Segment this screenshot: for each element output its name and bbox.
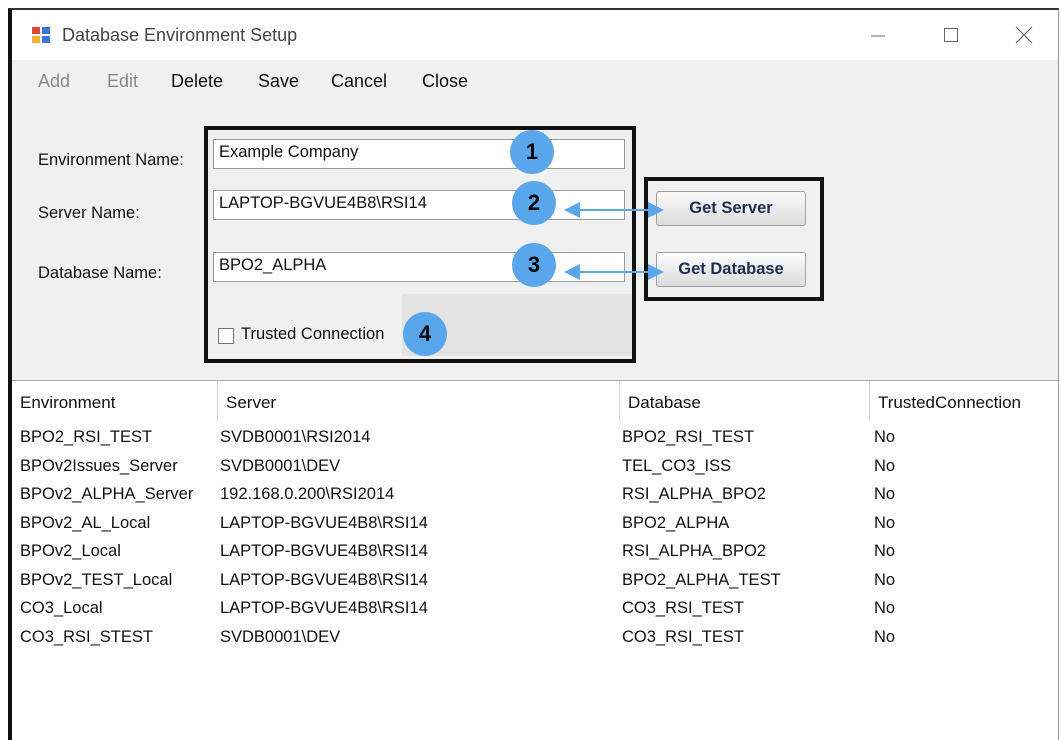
table-cell-environment: BPOv2_Local <box>20 542 121 560</box>
table-cell-database: RSI_ALPHA_BPO2 <box>622 542 766 560</box>
table-cell-trustedconnection: No <box>874 513 896 532</box>
callout-4: 4 <box>403 312 447 356</box>
table-row[interactable]: BPOv2_Local LAPTOP-BGVUE4B8\RSI14 RSI_ALPH… <box>12 542 1058 570</box>
table-row[interactable]: BPO2_RSI_TEST SVDB0001\RSI2014 BPO2_RSI_TE… <box>12 428 1058 456</box>
environment-name-label: Environment Name: <box>38 151 184 169</box>
table-cell-database: BPO2_ALPHA <box>622 513 730 532</box>
menu-save[interactable]: Save <box>258 71 299 92</box>
column-header-server[interactable]: Server <box>218 381 620 421</box>
table-cell-server: SVDB0001\DEV <box>220 627 341 646</box>
window-title: Database Environment Setup <box>62 25 298 45</box>
menu-close[interactable]: Close <box>422 71 468 92</box>
minimize-icon <box>871 35 885 37</box>
table-cell-trustedconnection: No <box>874 542 896 560</box>
table-cell-trustedconnection: No <box>874 428 896 446</box>
table-cell-server: LAPTOP-BGVUE4B8\RSI14 <box>220 542 428 560</box>
get-server-button[interactable]: Get Server <box>656 191 806 226</box>
table-cell-environment: BPOv2_TEST_Local <box>20 570 173 589</box>
table-cell-database: CO3_RSI_TEST <box>622 599 744 617</box>
table-cell-trustedconnection: No <box>874 570 896 589</box>
table-cell-server: SVDB0001\DEV <box>220 456 341 475</box>
callout-3: 3 <box>512 243 556 287</box>
table-cell-environment: CO3_Local <box>20 599 103 617</box>
column-header-environment[interactable]: Environment <box>12 381 218 421</box>
environments-grid: Environment Server Database TrustedConne… <box>12 380 1058 740</box>
server-name-label: Server Name: <box>38 204 140 222</box>
table-row[interactable]: CO3_Local LAPTOP-BGVUE4B8\RSI14 CO3_RSI_TE… <box>12 599 1058 627</box>
table-row[interactable]: CO3_RSI_STEST SVDB0001\DEV CO3_RSI_TEST No <box>12 628 1058 656</box>
menu-bar: Add Edit Delete Save Cancel Close <box>12 60 1058 106</box>
table-cell-environment: CO3_RSI_STEST <box>20 627 153 646</box>
table-cell-trustedconnection: No <box>874 599 896 617</box>
table-cell-trustedconnection: No <box>874 456 896 475</box>
table-row[interactable]: BPOv2_AL_Local LAPTOP-BGVUE4B8\RSI14 BPO2_… <box>12 514 1058 542</box>
database-name-label: Database Name: <box>38 264 162 282</box>
close-button[interactable] <box>999 16 1049 54</box>
double-arrow-icon <box>564 202 664 280</box>
column-header-database[interactable]: Database <box>620 381 870 421</box>
table-cell-trustedconnection: No <box>874 485 896 503</box>
menu-delete[interactable]: Delete <box>171 71 223 92</box>
table-cell-environment: BPOv2_AL_Local <box>20 513 151 532</box>
maximize-button[interactable] <box>926 16 976 54</box>
app-window: Database Environment Setup Add Edit Dele… <box>8 8 1059 740</box>
app-icon <box>32 27 50 43</box>
callout-2: 2 <box>512 181 556 225</box>
table-cell-server: LAPTOP-BGVUE4B8\RSI14 <box>220 513 428 532</box>
table-cell-environment: BPO2_RSI_TEST <box>20 428 153 446</box>
menu-edit[interactable]: Edit <box>107 71 138 92</box>
table-cell-environment: BPOv2Issues_Server <box>20 456 178 475</box>
table-cell-server: LAPTOP-BGVUE4B8\RSI14 <box>220 570 428 589</box>
table-row[interactable]: BPOv2_ALPHA_Server 192.168.0.200\RSI2014 R… <box>12 485 1058 513</box>
table-row[interactable]: BPOv2_TEST_Local LAPTOP-BGVUE4B8\RSI14 BPO… <box>12 571 1058 599</box>
table-cell-server: 192.168.0.200\RSI2014 <box>220 485 395 503</box>
column-header-trustedconnection[interactable]: TrustedConnection <box>870 381 1058 421</box>
menu-cancel[interactable]: Cancel <box>331 71 387 92</box>
maximize-icon <box>944 28 958 42</box>
minimize-button[interactable] <box>853 16 903 54</box>
table-cell-database: BPO2_RSI_TEST <box>622 428 755 446</box>
table-cell-database: BPO2_ALPHA_TEST <box>622 570 781 589</box>
table-cell-database: TEL_CO3_ISS <box>622 456 732 475</box>
table-row[interactable]: BPOv2Issues_Server SVDB0001\DEV TEL_CO3_IS… <box>12 457 1058 485</box>
table-cell-trustedconnection: No <box>874 627 896 646</box>
table-cell-database: RSI_ALPHA_BPO2 <box>622 485 766 503</box>
menu-add[interactable]: Add <box>38 71 70 92</box>
table-cell-server: SVDB0001\RSI2014 <box>220 428 371 446</box>
callout-1: 1 <box>510 130 554 174</box>
title-bar: Database Environment Setup <box>12 10 1058 60</box>
close-icon <box>1015 26 1033 44</box>
table-cell-server: LAPTOP-BGVUE4B8\RSI14 <box>220 599 428 617</box>
table-cell-database: CO3_RSI_TEST <box>622 627 744 646</box>
get-database-button[interactable]: Get Database <box>656 252 806 287</box>
table-cell-environment: BPOv2_ALPHA_Server <box>20 485 194 503</box>
